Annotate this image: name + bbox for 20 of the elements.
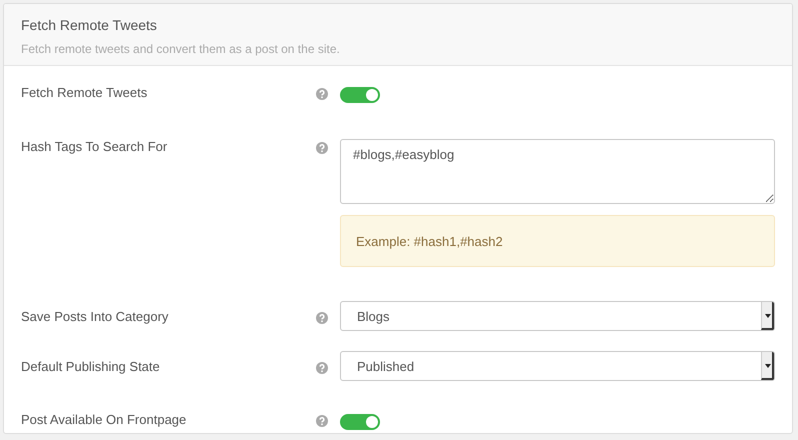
caret-icon [761, 352, 774, 380]
toggle-switch[interactable] [340, 87, 380, 103]
field-label: Default Publishing State [21, 359, 161, 375]
panel-title: Fetch Remote Tweets [21, 17, 158, 33]
caret-icon [761, 302, 774, 330]
hashtag-field[interactable]: #blogs,#easyblog [340, 139, 775, 204]
panel-description: Fetch remote tweets and convert them as a post on the site. [21, 42, 341, 56]
help-icon[interactable] [316, 415, 328, 427]
help-icon[interactable] [316, 362, 328, 374]
toggle-switch[interactable] [340, 414, 380, 430]
help-icon[interactable] [316, 142, 328, 154]
dropdown[interactable]: Published [340, 351, 775, 381]
field-label: Fetch Remote Tweets [21, 84, 148, 101]
example-note: Example: #hash1,#hash2 [340, 215, 775, 267]
dropdown[interactable]: Blogs [340, 301, 775, 331]
field-label: Save Posts Into Category [21, 309, 170, 325]
help-icon[interactable] [316, 312, 328, 324]
field-label: Post Available On Frontpage [21, 411, 188, 428]
field-label: Hash Tags To Search For [21, 139, 168, 155]
help-icon[interactable] [316, 88, 328, 100]
